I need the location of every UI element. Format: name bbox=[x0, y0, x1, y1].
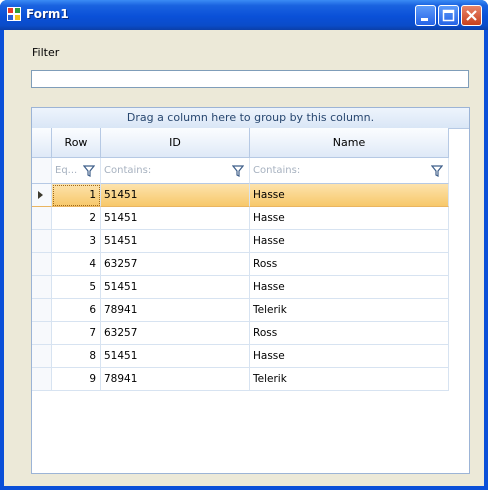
row-indicator[interactable] bbox=[32, 299, 52, 322]
cell-name[interactable]: Hasse bbox=[250, 276, 449, 299]
column-header-row[interactable]: Row bbox=[52, 128, 101, 158]
filter-input[interactable] bbox=[31, 70, 469, 88]
row-indicator[interactable] bbox=[32, 230, 52, 253]
maximize-icon bbox=[442, 9, 455, 22]
cell-id[interactable]: 78941 bbox=[101, 368, 250, 391]
cell-id[interactable]: 63257 bbox=[101, 322, 250, 345]
cell-row[interactable]: 7 bbox=[52, 322, 101, 345]
row-indicator[interactable] bbox=[32, 207, 52, 230]
cell-row[interactable]: 2 bbox=[52, 207, 101, 230]
filter-row-indicator bbox=[32, 158, 52, 184]
row-indicator[interactable] bbox=[32, 368, 52, 391]
current-row-arrow-icon bbox=[38, 191, 43, 199]
column-header-name[interactable]: Name bbox=[250, 128, 449, 158]
cell-row[interactable]: 5 bbox=[52, 276, 101, 299]
cell-row[interactable]: 8 bbox=[52, 345, 101, 368]
filter-cell-name[interactable]: Contains: bbox=[250, 158, 449, 184]
cell-id[interactable]: 51451 bbox=[101, 184, 250, 207]
form1-window: Form1 Filter Drag a column here to group… bbox=[0, 0, 488, 490]
cell-name[interactable]: Telerik bbox=[250, 299, 449, 322]
filter-funnel-icon[interactable] bbox=[232, 165, 244, 177]
filter-funnel-icon[interactable] bbox=[431, 165, 443, 177]
cell-id[interactable]: 51451 bbox=[101, 276, 250, 299]
window-title: Form1 bbox=[26, 7, 69, 21]
row-indicator[interactable] bbox=[32, 322, 52, 345]
row-header-corner bbox=[32, 128, 52, 158]
filter-operator-id: Contains: bbox=[104, 165, 152, 176]
cell-name[interactable]: Ross bbox=[250, 322, 449, 345]
filter-cell-row[interactable]: Eq... bbox=[52, 158, 101, 184]
column-header-id[interactable]: ID bbox=[101, 128, 250, 158]
cell-id[interactable]: 51451 bbox=[101, 345, 250, 368]
form-client-area: Filter Drag a column here to group by th… bbox=[4, 30, 484, 486]
cell-id[interactable]: 51451 bbox=[101, 230, 250, 253]
data-grid[interactable]: Drag a column here to group by this colu… bbox=[31, 107, 470, 474]
cell-name[interactable]: Hasse bbox=[250, 184, 449, 207]
cell-name[interactable]: Ross bbox=[250, 253, 449, 276]
filter-label: Filter bbox=[32, 46, 60, 59]
cell-id[interactable]: 51451 bbox=[101, 207, 250, 230]
cell-row[interactable]: 4 bbox=[52, 253, 101, 276]
filter-funnel-icon[interactable] bbox=[83, 165, 95, 177]
minimize-icon bbox=[421, 18, 428, 21]
cell-name[interactable]: Hasse bbox=[250, 345, 449, 368]
filter-cell-id[interactable]: Contains: bbox=[101, 158, 250, 184]
cell-row[interactable]: 6 bbox=[52, 299, 101, 322]
filter-operator-row: Eq... bbox=[55, 165, 78, 176]
close-button[interactable] bbox=[461, 5, 482, 26]
filter-operator-name: Contains: bbox=[253, 165, 301, 176]
cell-row[interactable]: 3 bbox=[52, 230, 101, 253]
cell-row[interactable]: 1 bbox=[52, 184, 101, 207]
app-icon bbox=[7, 7, 21, 21]
row-indicator[interactable] bbox=[32, 184, 52, 207]
cell-id[interactable]: 78941 bbox=[101, 299, 250, 322]
title-bar[interactable]: Form1 bbox=[0, 0, 488, 30]
cell-name[interactable]: Telerik bbox=[250, 368, 449, 391]
cell-id[interactable]: 63257 bbox=[101, 253, 250, 276]
cell-name[interactable]: Hasse bbox=[250, 230, 449, 253]
cell-row[interactable]: 9 bbox=[52, 368, 101, 391]
cell-name[interactable]: Hasse bbox=[250, 207, 449, 230]
close-icon bbox=[466, 10, 477, 21]
group-panel[interactable]: Drag a column here to group by this colu… bbox=[32, 108, 469, 129]
minimize-button[interactable] bbox=[415, 5, 436, 26]
row-indicator[interactable] bbox=[32, 253, 52, 276]
row-indicator[interactable] bbox=[32, 345, 52, 368]
maximize-button[interactable] bbox=[438, 5, 459, 26]
row-indicator[interactable] bbox=[32, 276, 52, 299]
